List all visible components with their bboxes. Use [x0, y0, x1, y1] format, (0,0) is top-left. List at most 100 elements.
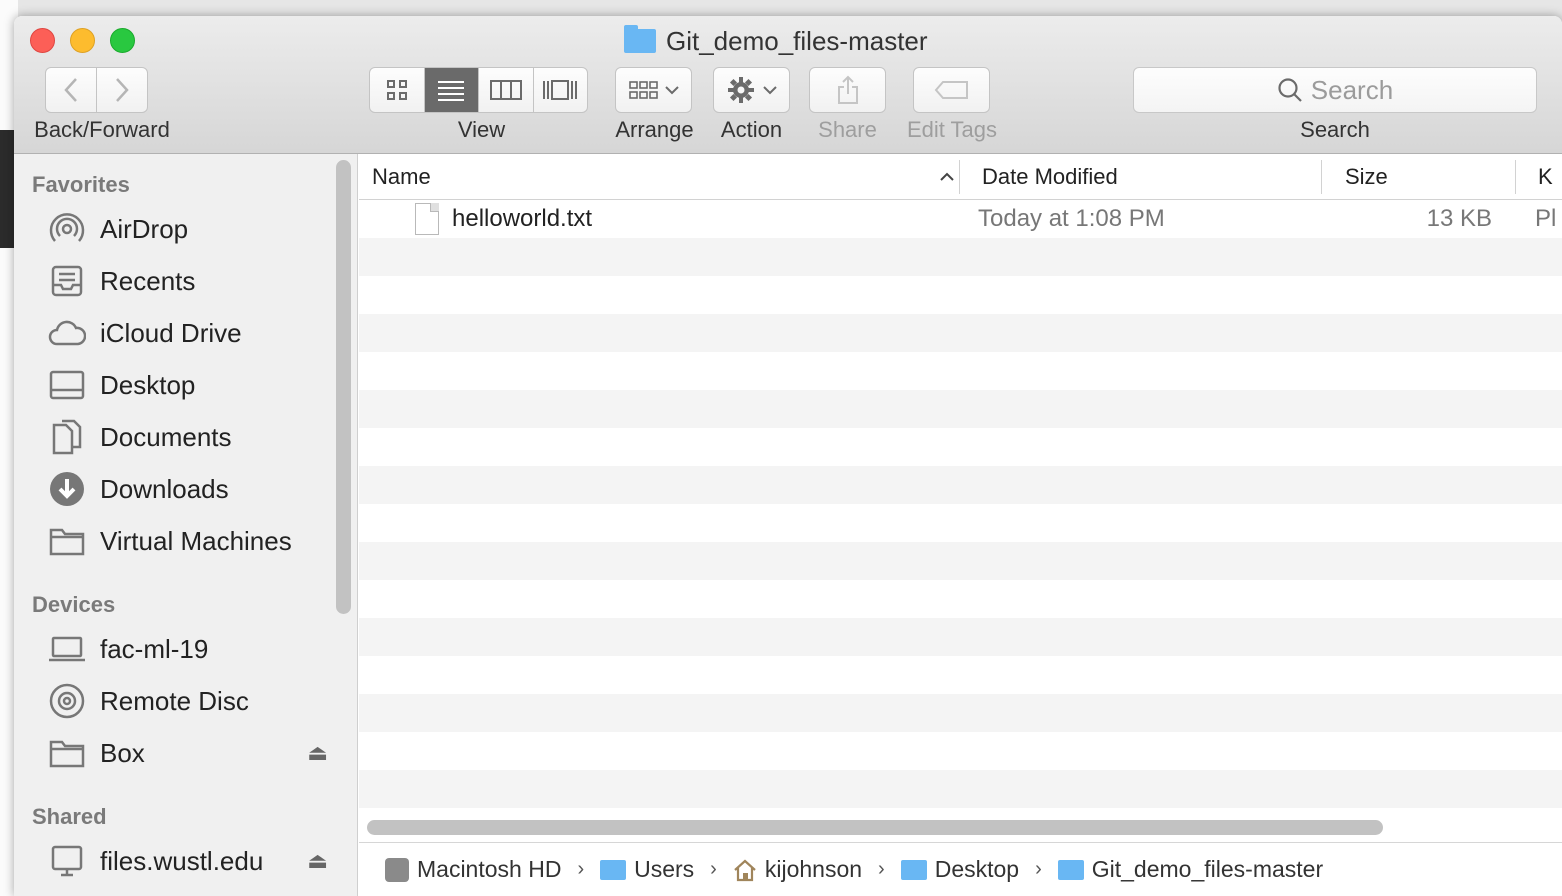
column-header-name-label: Name [372, 164, 431, 189]
search-field[interactable]: Search [1133, 67, 1537, 113]
sidebar-item-label: Downloads [100, 473, 229, 504]
list-icon [438, 81, 465, 101]
column-view-button[interactable] [479, 68, 534, 112]
sidebar-scrollbar[interactable] [336, 160, 351, 614]
folder-icon [600, 859, 627, 880]
path-bar: Macintosh HD › Users › kijohnson › Deskt… [359, 842, 1562, 896]
zoom-window-button[interactable] [110, 28, 135, 53]
edit-tags-button[interactable] [913, 67, 990, 113]
home-icon [734, 859, 756, 881]
column-divider[interactable] [959, 160, 960, 194]
column-header-kind-label: K [1538, 164, 1553, 189]
path-crumb-label: Users [634, 856, 695, 882]
columns-icon [489, 80, 522, 100]
minimize-window-button[interactable] [70, 28, 95, 53]
folder-icon [624, 25, 656, 53]
folder-icon [48, 522, 86, 560]
text-file-icon [415, 203, 439, 235]
cloud-icon [48, 314, 86, 352]
share-button[interactable] [809, 67, 886, 113]
column-header-row: Name Date Modified Size K [359, 154, 1562, 200]
sidebar-item-label: iCloud Drive [100, 317, 242, 348]
sidebar-item-desktop[interactable]: Desktop [48, 365, 328, 405]
chevron-right-icon: › [1035, 858, 1042, 880]
sidebar-item-label: AirDrop [100, 213, 189, 244]
sidebar-item-label: files.wustl.edu [100, 845, 264, 876]
chevron-right-icon: › [710, 858, 717, 880]
sidebar-item-airdrop[interactable]: AirDrop [48, 209, 328, 249]
search-icon [1278, 78, 1302, 102]
search-label: Search [1300, 117, 1370, 142]
path-crumb-label: Git_demo_files-master [1091, 856, 1324, 882]
empty-row [359, 770, 1562, 808]
close-window-button[interactable] [30, 28, 55, 53]
horizontal-scrollbar[interactable] [367, 820, 1383, 835]
sidebar-item-label: Documents [100, 421, 232, 452]
empty-row [359, 314, 1562, 352]
folder-icon [48, 734, 86, 772]
sidebar-item-recents[interactable]: Recents [48, 261, 328, 301]
column-header-date-modified[interactable]: Date Modified [982, 154, 1312, 200]
file-icon-cell [415, 200, 439, 238]
file-name: helloworld.txt [452, 205, 593, 232]
column-header-kind[interactable]: K [1538, 154, 1562, 200]
sidebar-item-icloud-drive[interactable]: iCloud Drive [48, 313, 328, 353]
gallery-view-button[interactable] [534, 68, 588, 112]
path-crumb-label: Desktop [934, 856, 1020, 882]
window-title-text: Git_demo_files-master [666, 25, 928, 56]
toolbar: Git_demo_files-master Back/Forward View [14, 16, 1562, 154]
path-crumb-macintosh-hd[interactable]: Macintosh HD [385, 856, 561, 883]
share-label: Share [818, 117, 877, 142]
view-mode-control[interactable] [369, 67, 588, 113]
share-icon [837, 75, 858, 104]
sidebar-item-label: Recents [100, 265, 196, 296]
chevron-left-icon [64, 78, 77, 102]
arrange-button[interactable] [615, 67, 692, 113]
sidebar-item-label: Virtual Machines [100, 525, 292, 556]
back-button[interactable] [45, 67, 97, 113]
sidebar-item-label: Remote Disc [100, 685, 249, 716]
file-list: Name Date Modified Size K helloworld.txt [359, 154, 1562, 896]
gear-icon [727, 77, 754, 103]
sidebar-item-remote-disc[interactable]: Remote Disc [48, 681, 328, 721]
eject-icon[interactable]: ⏏ [307, 848, 328, 874]
sidebar: Favorites AirDrop Recents iCloud Drive D… [14, 154, 358, 896]
path-crumb-label: kijohnson [764, 856, 863, 882]
sidebar-item-box[interactable]: Box ⏏ [48, 733, 328, 773]
tag-icon [934, 81, 968, 99]
edit-tags-label: Edit Tags [906, 117, 998, 142]
column-header-name[interactable]: Name [372, 154, 954, 200]
forward-button[interactable] [96, 67, 148, 113]
sidebar-item-downloads[interactable]: Downloads [48, 469, 328, 509]
action-button[interactable] [713, 67, 790, 113]
path-crumb-home[interactable]: kijohnson [733, 856, 862, 883]
shared-heading: Shared [32, 804, 107, 829]
eject-icon[interactable]: ⏏ [307, 740, 328, 766]
sidebar-item-files-wustl-edu[interactable]: files.wustl.edu ⏏ [48, 841, 328, 881]
table-row[interactable]: helloworld.txt Today at 1:08 PM 13 KB Pl [359, 200, 1562, 238]
arrange-label: Arrange [615, 117, 694, 142]
path-crumb-label: Macintosh HD [417, 856, 562, 882]
column-divider[interactable] [1515, 160, 1516, 194]
documents-icon [48, 418, 86, 456]
chevron-right-icon: › [878, 858, 885, 880]
column-divider[interactable] [1321, 160, 1322, 194]
path-crumb-desktop[interactable]: Desktop [900, 856, 1020, 883]
empty-row [359, 390, 1562, 428]
column-header-size[interactable]: Size [1345, 154, 1505, 200]
path-crumb-users[interactable]: Users [600, 856, 694, 883]
list-view-button[interactable] [424, 68, 479, 112]
empty-row [359, 352, 1562, 390]
path-crumb-current-folder[interactable]: Git_demo_files-master [1057, 856, 1324, 883]
empty-row [359, 656, 1562, 694]
file-rows: helloworld.txt Today at 1:08 PM 13 KB Pl [359, 200, 1562, 808]
chevron-right-icon [116, 78, 129, 102]
arrange-icon [628, 81, 658, 99]
empty-row [359, 694, 1562, 732]
icon-view-button[interactable] [370, 68, 425, 112]
sidebar-item-fac-ml-19[interactable]: fac-ml-19 [48, 629, 328, 669]
view-label: View [457, 117, 506, 142]
sidebar-item-documents[interactable]: Documents [48, 417, 328, 457]
sidebar-item-virtual-machines[interactable]: Virtual Machines [48, 521, 328, 561]
hard-drive-icon [385, 857, 409, 882]
